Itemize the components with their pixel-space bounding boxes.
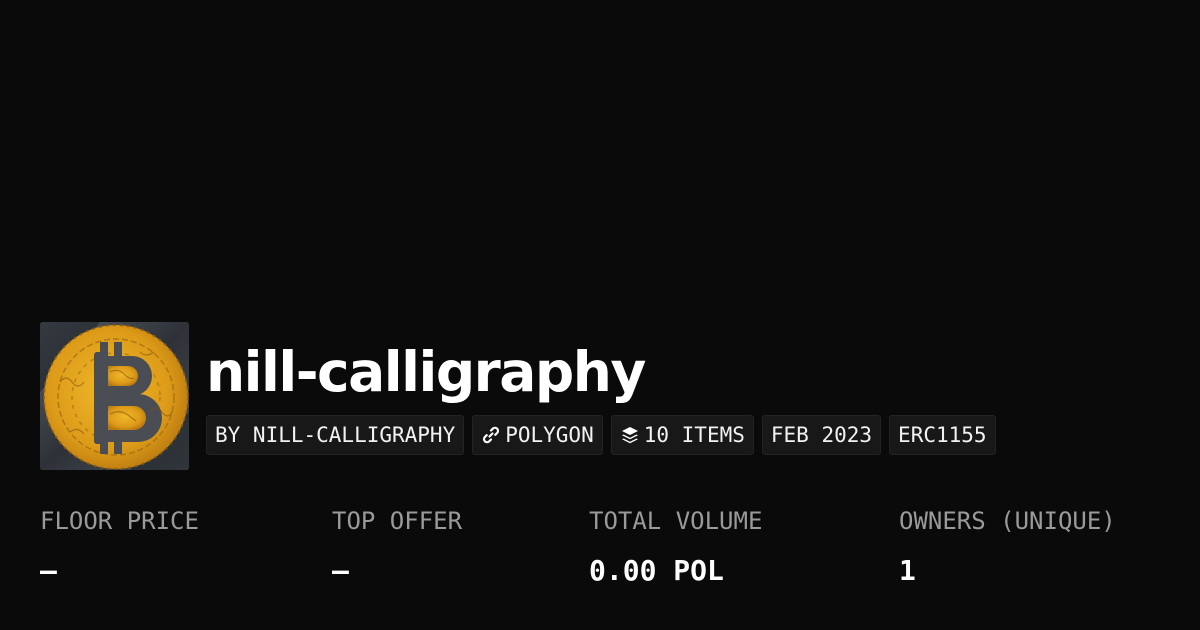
link-icon — [483, 426, 500, 444]
stat-floor-price: FLOOR PRICE – — [40, 503, 199, 589]
chain-chip[interactable]: POLYGON — [472, 415, 603, 455]
stat-label: TOP OFFER — [332, 507, 463, 535]
stat-value: – — [332, 554, 349, 587]
standard-chip: ERC1155 — [889, 415, 996, 455]
layers-icon — [621, 427, 638, 444]
stat-label: TOTAL VOLUME — [589, 507, 763, 535]
stat-value: 0.00 POL — [589, 554, 724, 587]
stat-top-offer: TOP OFFER – — [332, 503, 462, 589]
collection-title: nill-calligraphy — [206, 340, 646, 404]
chain-label: POLYGON — [505, 423, 594, 447]
stat-owners: OWNERS (UNIQUE) 1 — [899, 503, 1116, 589]
bitcoin-logo-icon — [40, 322, 189, 470]
stat-value: – — [40, 554, 57, 587]
stat-label: FLOOR PRICE — [40, 507, 199, 535]
items-label: 10 ITEMS — [643, 423, 745, 447]
stat-label: OWNERS (UNIQUE) — [899, 507, 1116, 535]
date-label: FEB 2023 — [770, 423, 873, 447]
standard-label: ERC1155 — [898, 423, 987, 447]
creator-chip[interactable]: BY NILL-CALLIGRAPHY — [206, 415, 465, 455]
items-chip[interactable]: 10 ITEMS — [610, 415, 754, 455]
creator-label: BY NILL-CALLIGRAPHY — [215, 423, 456, 447]
collection-avatar — [40, 322, 189, 470]
stat-total-volume: TOTAL VOLUME 0.00 POL — [589, 503, 762, 589]
date-chip: FEB 2023 — [761, 415, 882, 455]
stat-value: 1 — [899, 554, 916, 587]
collection-meta-chips: BY NILL-CALLIGRAPHY POLYGON 10 ITEMS FEB… — [206, 415, 996, 455]
